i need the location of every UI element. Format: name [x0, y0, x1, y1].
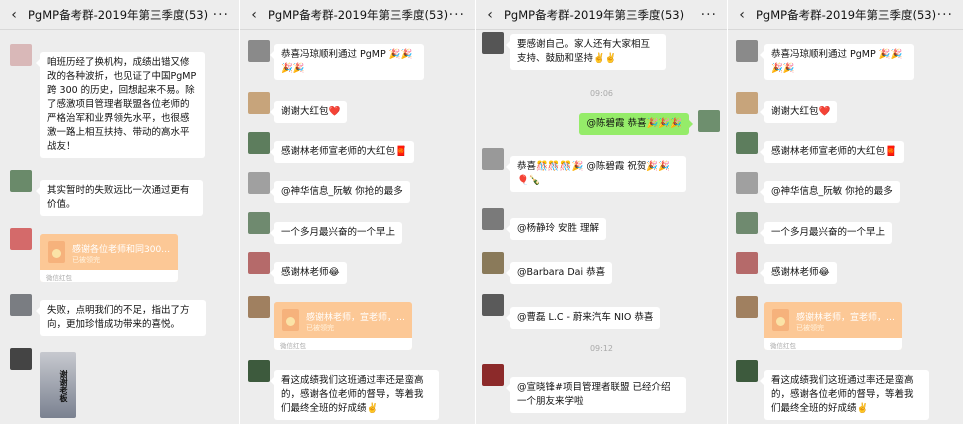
chat-panel-2: ‹ PgMP备考群-2019年第三季度(53) ··· 恭喜冯琼顺利通过 PgM…: [240, 0, 476, 424]
avatar[interactable]: [482, 364, 504, 386]
avatar[interactable]: [482, 208, 504, 230]
avatar[interactable]: [482, 148, 504, 170]
avatar[interactable]: [10, 348, 32, 370]
red-packet-text: 感谢林老师，宣老师，…: [306, 313, 406, 323]
avatar[interactable]: [736, 40, 758, 62]
chat-bubble: 失败，点明我们的不足，指出了方向，更加珍惜成功带来的喜悦。: [36, 300, 206, 336]
chat-bubble: 一个多月最兴奋的一个早上: [269, 222, 403, 244]
chat-title: PgMP备考群-2019年第三季度(53): [28, 7, 209, 22]
avatar[interactable]: [736, 132, 758, 154]
avatar[interactable]: [482, 252, 504, 274]
chat-bubble: 恭喜冯琼顺利通过 PgMP 🎉🎉🎉🎉: [760, 44, 914, 80]
avatar[interactable]: [248, 172, 270, 194]
chevron-left-icon[interactable]: ‹: [728, 7, 750, 23]
more-dots-icon[interactable]: ···: [213, 7, 229, 23]
chevron-left-icon[interactable]: ‹: [240, 7, 262, 23]
more-dots-icon[interactable]: ···: [937, 7, 953, 23]
red-packet-status: 已被领完: [796, 324, 824, 332]
avatar[interactable]: [736, 252, 758, 274]
chat-title: PgMP备考群-2019年第三季度(53): [268, 7, 449, 22]
avatar[interactable]: [10, 228, 32, 250]
chat-bubble: @曹磊 L.C - 蔚来汽车 NIO 恭喜: [505, 307, 661, 329]
red-packet-icon: [282, 309, 299, 331]
avatar[interactable]: [248, 360, 270, 382]
sticker-text: 谢谢老板: [59, 370, 68, 402]
red-packet-message[interactable]: 感谢林老师，宣老师，… 已被领完 微信红包: [274, 302, 412, 350]
sticker-image[interactable]: 谢谢老板: [40, 352, 76, 418]
chat-bubble: @宣晓锋#项目管理者联盟 已经介绍一个朋友来学啦: [506, 377, 686, 413]
chat-title: PgMP备考群-2019年第三季度(53): [504, 7, 685, 22]
red-packet-status: 已被领完: [306, 324, 334, 332]
red-packet-text: 感谢各位老师和同300…: [72, 245, 171, 255]
chat-panel-3: ‹ PgMP备考群-2019年第三季度(53) ··· 要感谢自己。家人还有大家…: [476, 0, 728, 424]
chat-bubble: 谢谢大红包❤️: [269, 101, 348, 123]
chat-bubble: @神华信息_阮敏 你抢的最多: [270, 181, 410, 203]
chat-header: ‹ PgMP备考群-2019年第三季度(53) ···: [476, 0, 727, 30]
chat-bubble: 咱班历经了换机构，成绩出错又修改的各种波折，也见证了中国PgMP 跨 300 的…: [36, 52, 205, 158]
chat-header: ‹ PgMP备考群-2019年第三季度(53) ···: [728, 0, 963, 30]
chat-bubble: 看这成绩我们这班通过率还是蛮高的，感谢各位老师的督导，等着我们最终全班的好成绩✌…: [270, 370, 439, 420]
chat-bubble: 一个多月最兴奋的一个早上: [759, 222, 893, 244]
red-packet-text: 感谢林老师，宣老师，…: [796, 313, 896, 323]
avatar[interactable]: [10, 44, 32, 66]
more-dots-icon[interactable]: ···: [701, 7, 717, 23]
timestamp: 09:06: [589, 89, 614, 98]
avatar[interactable]: [248, 252, 270, 274]
avatar[interactable]: [698, 110, 720, 132]
chat-bubble: 感谢林老师宣老师的大红包🧧: [760, 141, 904, 163]
red-packet-icon: [48, 241, 65, 263]
chat-bubble: 恭喜🎊🎊🎊🎉 @陈碧霞 祝贺🎉🎉🎈🍾: [506, 156, 686, 192]
chat-header: ‹ PgMP备考群-2019年第三季度(53) ···: [0, 0, 239, 30]
chat-bubble: 谢谢大红包❤️: [759, 101, 838, 123]
avatar[interactable]: [736, 296, 758, 318]
avatar[interactable]: [482, 294, 504, 316]
chat-bubble: 其实暂时的失败远比一次通过更有价值。: [36, 180, 203, 216]
avatar[interactable]: [736, 360, 758, 382]
red-packet-status: 已被领完: [72, 256, 100, 264]
red-packet-footer: 微信红包: [274, 338, 412, 350]
chat-title: PgMP备考群-2019年第三季度(53): [756, 7, 937, 22]
chat-bubble: @神华信息_阮敏 你抢的最多: [760, 181, 900, 203]
timestamp: 09:12: [589, 344, 614, 353]
chevron-left-icon[interactable]: ‹: [476, 7, 498, 23]
avatar[interactable]: [248, 132, 270, 154]
chat-bubble: 感谢林老师😂: [270, 262, 347, 284]
avatar[interactable]: [248, 212, 270, 234]
avatar[interactable]: [248, 92, 270, 114]
avatar[interactable]: [736, 92, 758, 114]
avatar[interactable]: [248, 40, 270, 62]
avatar[interactable]: [248, 296, 270, 318]
avatar[interactable]: [482, 32, 504, 54]
avatar[interactable]: [10, 170, 32, 192]
chat-bubble: 看这成绩我们这班通过率还是蛮高的，感谢各位老师的督导，等着我们最终全班的好成绩✌…: [760, 370, 929, 420]
chat-bubble: @Barbara Dai 恭喜: [505, 262, 613, 284]
red-packet-icon: [772, 309, 789, 331]
red-packet-message[interactable]: 感谢各位老师和同300… 已被领完 微信红包: [40, 234, 178, 282]
chat-panel-1: ‹ PgMP备考群-2019年第三季度(53) ··· 咱班历经了换机构，成绩出…: [0, 0, 240, 424]
chat-header: ‹ PgMP备考群-2019年第三季度(53) ···: [240, 0, 475, 30]
chat-bubble: 要感谢自己。家人还有大家相互支持、鼓励和坚持✌️✌️: [506, 34, 666, 70]
chat-bubble: 恭喜冯琼顺利通过 PgMP 🎉🎉🎉🎉: [270, 44, 424, 80]
self-chat-bubble: @陈碧霞 恭喜🎉🎉🎉: [579, 113, 693, 135]
red-packet-message[interactable]: 感谢林老师，宣老师，… 已被领完 微信红包: [764, 302, 902, 350]
more-dots-icon[interactable]: ···: [449, 7, 465, 23]
red-packet-footer: 微信红包: [40, 270, 178, 282]
chat-bubble: 感谢林老师宣老师的大红包🧧: [270, 141, 414, 163]
chat-panel-4: ‹ PgMP备考群-2019年第三季度(53) ··· 恭喜冯琼顺利通过 PgM…: [728, 0, 964, 424]
avatar[interactable]: [10, 294, 32, 316]
chevron-left-icon[interactable]: ‹: [0, 7, 22, 23]
chat-bubble: @杨静玲 安胜 理解: [505, 218, 607, 240]
red-packet-footer: 微信红包: [764, 338, 902, 350]
chat-bubble: 感谢林老师😂: [760, 262, 837, 284]
screenshot-collage: ‹ PgMP备考群-2019年第三季度(53) ··· 咱班历经了换机构，成绩出…: [0, 0, 964, 424]
avatar[interactable]: [736, 172, 758, 194]
avatar[interactable]: [736, 212, 758, 234]
